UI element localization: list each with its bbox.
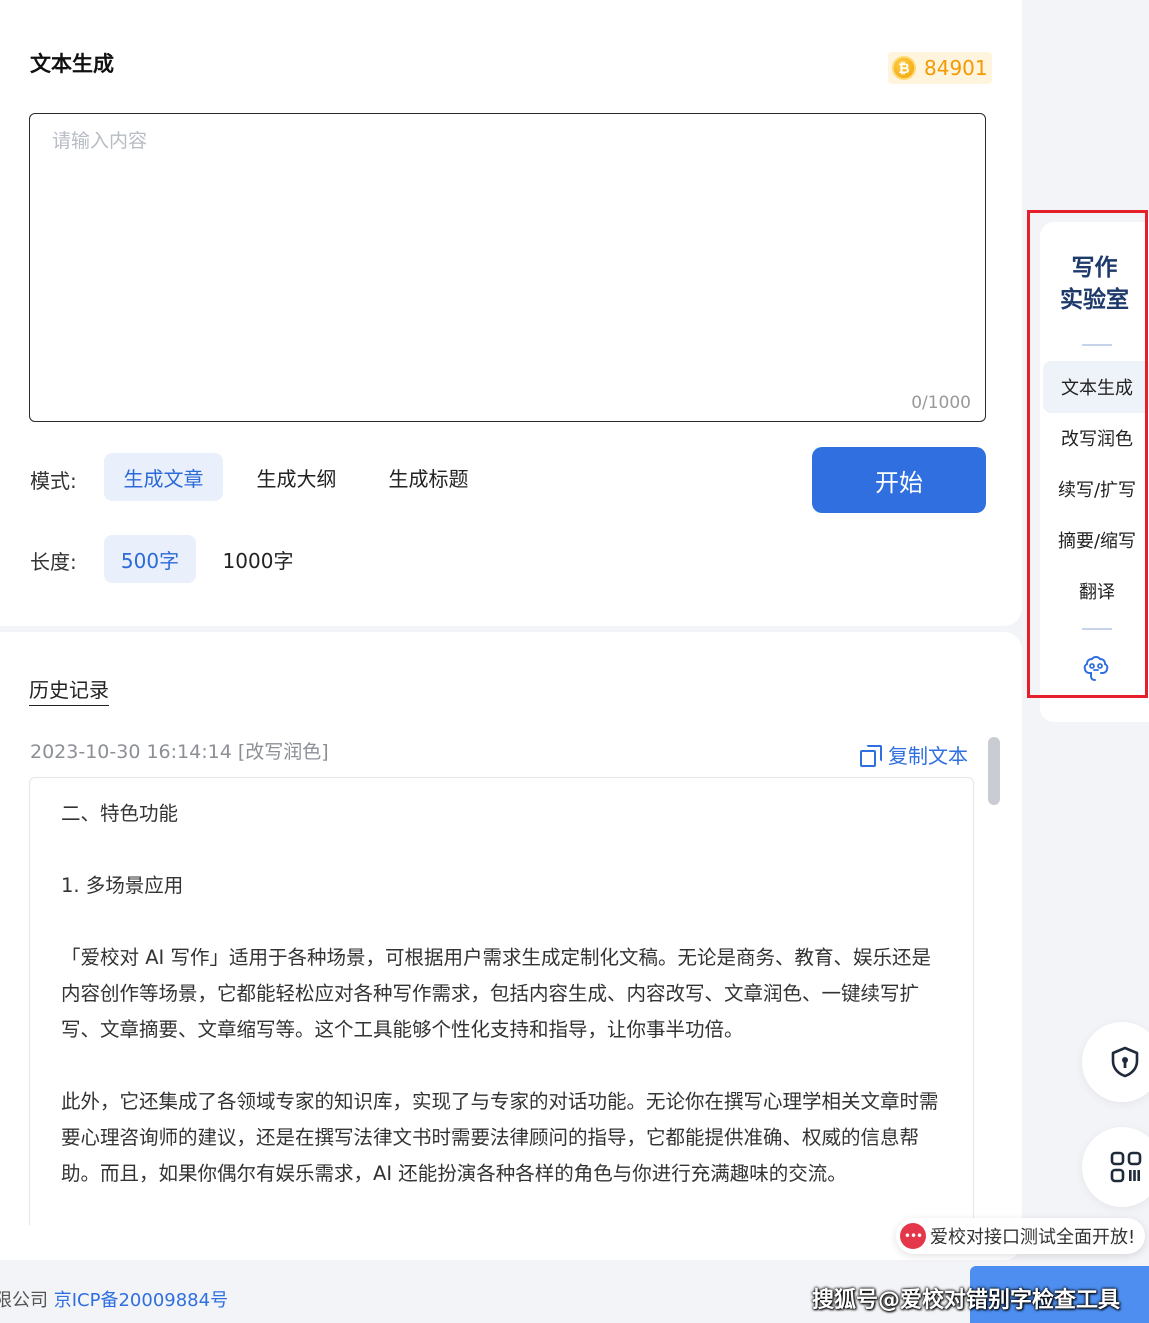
history-title[interactable]: 历史记录 xyxy=(29,674,109,706)
coin-icon: ₿ xyxy=(892,56,916,80)
start-button[interactable]: 开始 xyxy=(812,447,986,513)
coin-balance: ₿ 84901 xyxy=(888,52,992,84)
watermark-text: 搜狐号@爱校对错别字检查工具 xyxy=(812,1288,1121,1313)
mode-generate-title[interactable]: 生成标题 xyxy=(369,453,488,501)
mode-generate-article[interactable]: 生成文章 xyxy=(104,453,223,501)
mode-label: 模式: xyxy=(30,469,77,493)
qr-float-button[interactable] xyxy=(1082,1127,1149,1207)
footer-info: 限公司 京ICP备20009884号 xyxy=(0,1286,228,1312)
icp-link[interactable]: 京ICP备20009884号 xyxy=(54,1290,228,1311)
history-scrollbar[interactable] xyxy=(988,737,1000,805)
page-title: 文本生成 xyxy=(30,52,114,76)
history-result-box: 二、特色功能 1. 多场景应用 「爱校对 AI 写作」适用于各种场景，可根据用户… xyxy=(29,777,974,1225)
char-counter: 0/1000 xyxy=(911,393,971,413)
result-paragraph: 「爱校对 AI 写作」适用于各种场景，可根据用户需求生成定制化文稿。无论是商务、… xyxy=(61,946,931,1041)
toast-text: 爱校对接口测试全面开放! xyxy=(930,1227,1136,1248)
content-input[interactable] xyxy=(30,114,985,421)
copy-icon xyxy=(860,744,882,767)
security-float-button[interactable] xyxy=(1082,1022,1149,1102)
coin-count: 84901 xyxy=(924,56,988,80)
length-label: 长度: xyxy=(30,550,77,574)
mode-generate-outline[interactable]: 生成大纲 xyxy=(237,453,356,501)
result-paragraph: 二、特色功能 xyxy=(61,802,179,825)
result-paragraph: 此外，它还集成了各领域专家的知识库，实现了与专家的对话功能。无论你在撰写心理学相… xyxy=(61,1090,939,1185)
shield-lock-icon xyxy=(1111,1046,1139,1078)
length-1000[interactable]: 1000字 xyxy=(212,535,304,583)
history-entry-time: 2023-10-30 16:14:14 [改写润色] xyxy=(30,741,329,763)
copy-text-button[interactable]: 复制文本 xyxy=(860,740,968,769)
chat-bubble-icon: ••• xyxy=(900,1223,926,1249)
length-500[interactable]: 500字 xyxy=(104,535,196,583)
footer-company: 限公司 xyxy=(0,1290,48,1311)
content-input-wrapper: 0/1000 xyxy=(29,113,986,422)
result-paragraph: 1. 多场景应用 xyxy=(61,874,184,897)
highlight-frame xyxy=(1027,210,1148,698)
copy-text-label: 复制文本 xyxy=(888,744,968,768)
qr-code-icon xyxy=(1110,1151,1142,1183)
announcement-toast[interactable]: ••• 爱校对接口测试全面开放! xyxy=(896,1218,1146,1254)
